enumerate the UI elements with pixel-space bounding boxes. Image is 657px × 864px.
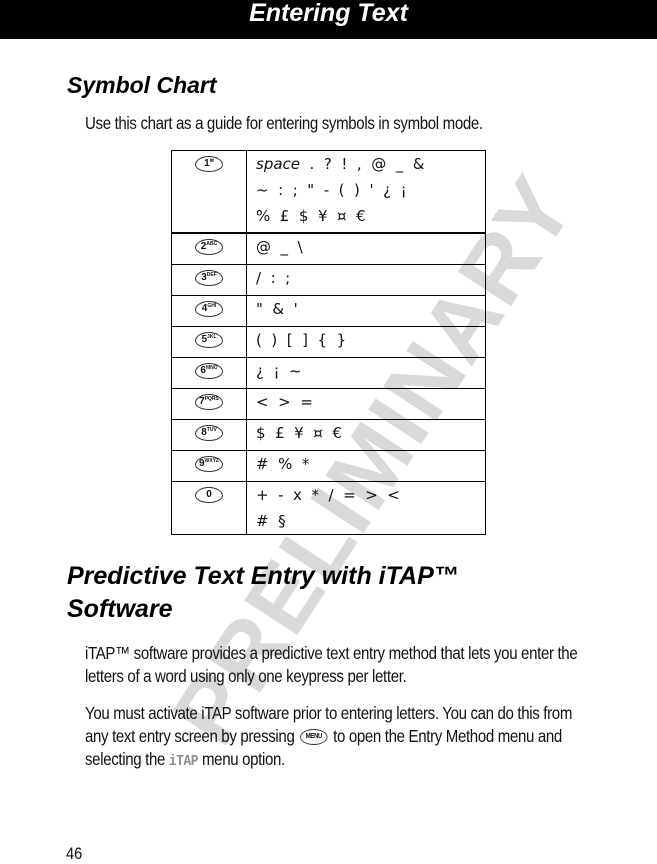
keypad-key-4-icon: 4GHI (195, 301, 223, 317)
symbol-chart-intro: Use this chart as a guide for entering s… (85, 113, 483, 133)
keypad-key-9-icon: 9WXYZ (195, 456, 223, 472)
symbol-line: / : ; (256, 269, 291, 287)
instruction-text-c: menu option. (201, 749, 285, 769)
key-letters: ABC (206, 241, 218, 247)
key-letters: DEF (206, 272, 217, 278)
symbol-line: ¿ ¡ ~ (256, 362, 302, 380)
symbol-line: @ _ \ (256, 238, 303, 256)
key-cell: 3DEF (171, 264, 247, 296)
symbol-row-key-4: 4GHI " & ' (171, 295, 486, 327)
itap-heading: Predictive Text Entry with iTAP™ Softwar… (67, 562, 459, 623)
symbols-cell: " & ' (246, 295, 486, 327)
key-cell: 1✉ (171, 150, 247, 234)
keypad-key-0-icon: 0 (195, 487, 223, 503)
key-cell: 9WXYZ (171, 450, 247, 482)
keypad-key-2-icon: 2ABC (195, 239, 223, 255)
symbols-cell: space . ? ! , @ _ & ~ : ; " - ( ) ' ¿ ¡ % … (246, 150, 486, 234)
symbol-row-key-7: 7PQRS < > = (171, 388, 486, 420)
symbols-cell: # % * (246, 450, 486, 482)
symbols-cell: @ _ \ (246, 232, 486, 265)
key-cell: 8TUV (171, 419, 247, 451)
symbol-row-key-3: 3DEF / : ; (171, 264, 486, 296)
symbol-line: space . ? ! , @ _ & (256, 155, 425, 173)
symbol-line: " & ' (256, 300, 298, 318)
itap-description: iTAP™ software provides a predictive tex… (85, 643, 578, 686)
key-letters: TUV (206, 427, 217, 433)
symbol-line: ~ : ; " - ( ) ' ¿ ¡ (256, 181, 407, 199)
key-cell: 0 (171, 481, 247, 535)
symbol-line: < > = (256, 393, 313, 411)
symbols-cell: < > = (246, 388, 486, 420)
keypad-key-8-icon: 8TUV (195, 425, 223, 441)
itap-menu-option: iTAP (168, 753, 199, 770)
page-header-title: Entering Text (249, 0, 408, 27)
symbol-row-key-1: 1✉ space . ? ! , @ _ & ~ : ; " - ( ) ' ¿ ¡… (171, 150, 486, 234)
key-letters: ✉ (209, 158, 214, 164)
key-letters: WXYZ (204, 458, 219, 464)
symbol-chart-heading: Symbol Chart (67, 72, 217, 98)
symbol-line: ( ) [ ] { } (256, 331, 347, 349)
key-cell: 5JKL (171, 326, 247, 358)
key-cell: 4GHI (171, 295, 247, 327)
key-cell: 2ABC (171, 232, 247, 265)
symbol-row-key-9: 9WXYZ # % * (171, 450, 486, 482)
symbol-line: # § (256, 512, 286, 530)
symbol-row-key-5: 5JKL ( ) [ ] { } (171, 326, 486, 358)
keypad-key-3-icon: 3DEF (195, 270, 223, 286)
keypad-key-7-icon: 7PQRS (195, 394, 223, 410)
key-cell: 6MNO (171, 357, 247, 389)
keypad-key-1-icon: 1✉ (195, 156, 223, 172)
key-letters: PQRS (204, 396, 219, 402)
page-number: 46 (66, 844, 83, 863)
keypad-key-5-icon: 5JKL (195, 332, 223, 348)
symbols-cell: / : ; (246, 264, 486, 296)
key-cell: 7PQRS (171, 388, 247, 420)
symbols-cell: ( ) [ ] { } (246, 326, 486, 358)
symbol-row-key-8: 8TUV $ £ ¥ ¤ € (171, 419, 486, 451)
symbol-row-key-0: 0 + - x * / = > < # § (171, 481, 486, 535)
symbols-cell: + - x * / = > < # § (246, 481, 486, 535)
menu-key-icon: MENU (300, 729, 328, 746)
key-letters: JKL (207, 334, 217, 340)
symbols-cell: $ £ ¥ ¤ € (246, 419, 486, 451)
key-letters: GHI (207, 303, 217, 309)
symbol-chart-table: 1✉ space . ? ! , @ _ & ~ : ; " - ( ) ' ¿ ¡… (171, 150, 486, 535)
symbol-line: $ £ ¥ ¤ € (256, 424, 342, 442)
symbol-row-key-6: 6MNO ¿ ¡ ~ (171, 357, 486, 389)
key-letters: MNO (205, 365, 218, 371)
symbol-line: # % * (256, 455, 310, 473)
symbol-row-key-2: 2ABC @ _ \ (171, 232, 486, 265)
space-label: space (256, 155, 301, 173)
itap-activation-instructions: You must activate iTAP software prior to… (85, 702, 584, 773)
symbol-line: + - x * / = > < (256, 486, 400, 504)
symbol-line: % £ $ ¥ ¤ € (256, 207, 366, 225)
symbols-cell: ¿ ¡ ~ (246, 357, 486, 389)
keypad-key-6-icon: 6MNO (195, 363, 223, 379)
